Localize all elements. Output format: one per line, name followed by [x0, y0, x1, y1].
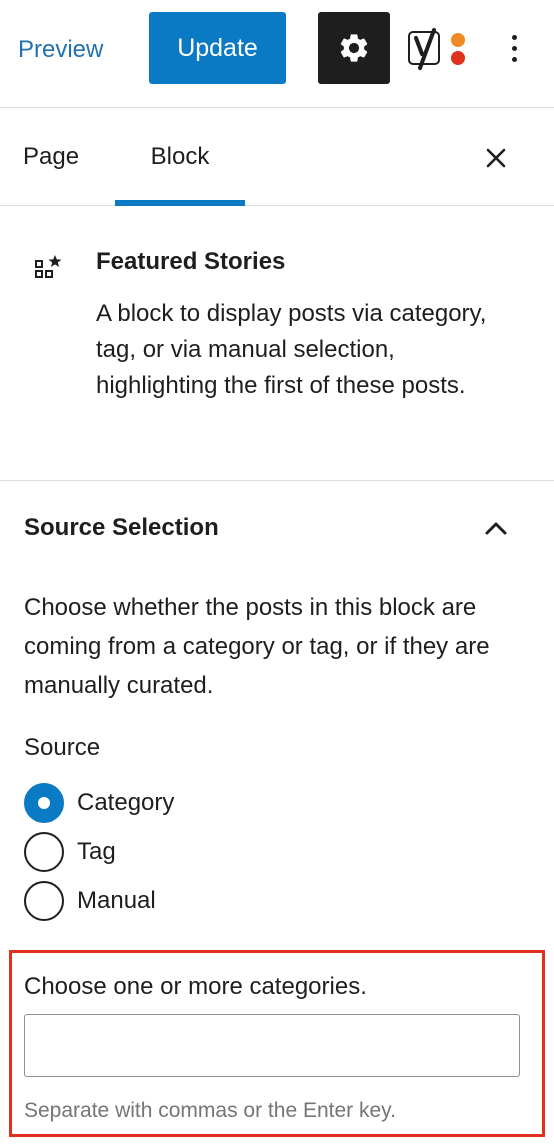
chevron-up-icon: [485, 522, 507, 535]
collapse-panel-button[interactable]: [480, 512, 512, 544]
categories-help-text: Separate with commas or the Enter key.: [24, 1099, 396, 1122]
more-options-button[interactable]: [496, 24, 532, 72]
preview-button[interactable]: Preview: [18, 30, 103, 70]
radio-option-tag[interactable]: Tag: [24, 832, 116, 872]
categories-label: Choose one or more categories.: [24, 973, 367, 1000]
yoast-button[interactable]: [406, 24, 472, 72]
more-vertical-icon: [511, 34, 517, 40]
radio-option-manual[interactable]: Manual: [24, 881, 156, 921]
categories-input[interactable]: [24, 1014, 520, 1077]
close-sidebar-button[interactable]: [476, 138, 516, 178]
source-label: Source: [24, 734, 101, 761]
featured-stories-icon: [35, 255, 62, 278]
editor-toolbar: Preview Update: [0, 0, 554, 108]
block-card: Featured Stories A block to display post…: [0, 206, 554, 481]
tab-block[interactable]: Block: [115, 108, 245, 206]
update-button[interactable]: Update: [149, 12, 286, 84]
close-icon: [486, 148, 506, 168]
radio-button[interactable]: [24, 832, 64, 872]
radio-label: Category: [77, 789, 175, 816]
panel-help-text: Choose whether the posts in this block a…: [24, 594, 490, 699]
panel-title[interactable]: Source Selection: [24, 514, 219, 542]
tab-page[interactable]: Page: [23, 108, 79, 206]
radio-button[interactable]: [24, 881, 64, 921]
radio-option-category[interactable]: Category: [24, 783, 174, 823]
radio-button[interactable]: [24, 783, 64, 823]
settings-button[interactable]: [318, 12, 390, 84]
block-description: A block to display posts via category, t…: [96, 300, 487, 399]
gear-icon: [340, 34, 368, 62]
sidebar-tabs: Page Block: [0, 108, 554, 206]
radio-label: Tag: [77, 838, 116, 865]
radio-label: Manual: [77, 887, 156, 914]
yoast-icon: [408, 28, 465, 70]
block-title: Featured Stories: [96, 248, 286, 275]
